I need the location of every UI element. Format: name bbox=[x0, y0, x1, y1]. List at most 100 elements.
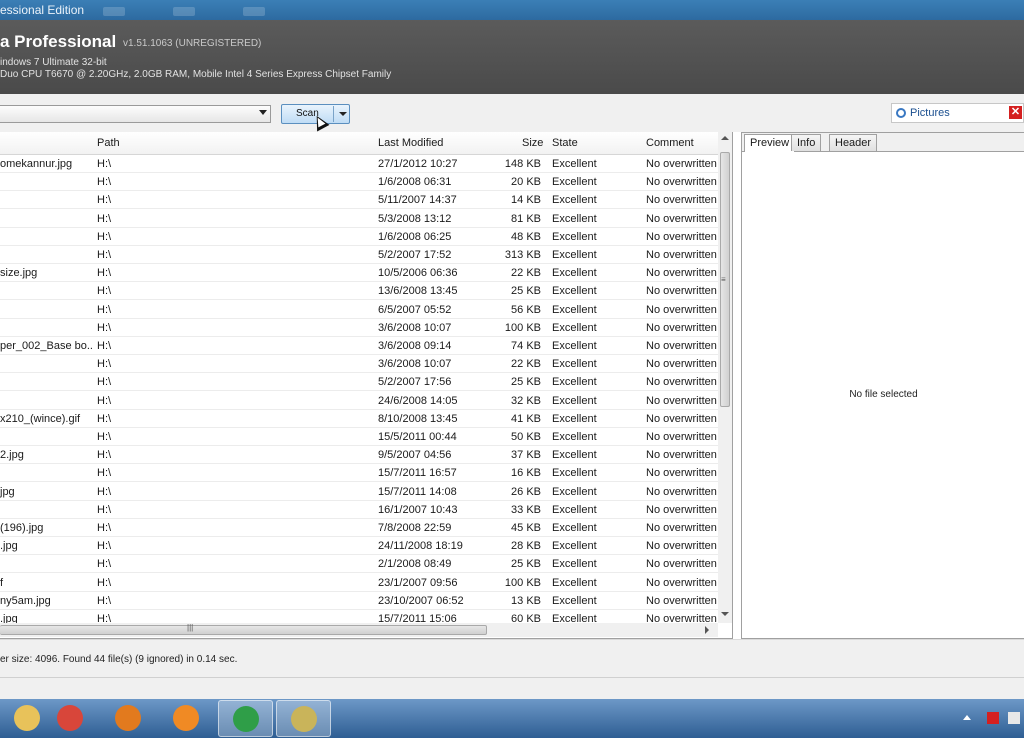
chevron-down-icon bbox=[259, 110, 267, 115]
path-cell: H:\ bbox=[97, 412, 112, 425]
tab-info[interactable]: Info bbox=[791, 134, 822, 151]
table-row[interactable]: size.jpg H:\ 10/5/2006 06:36 22 KB Excellent… bbox=[0, 264, 718, 283]
state-cell: Excellent bbox=[552, 394, 597, 407]
table-row[interactable]: H:\ 16/1/2007 10:43 33 KB Excellent No overw… bbox=[0, 501, 718, 519]
table-row[interactable]: H:\ 5/11/2007 14:37 14 KB Excellent No overw… bbox=[0, 191, 718, 210]
table-row[interactable]: H:\ 13/6/2008 13:45 25 KB Excellent No overw… bbox=[0, 282, 718, 301]
taskbar-ghost-icon bbox=[173, 7, 195, 16]
table-row[interactable]: H:\ 1/6/2008 06:25 48 KB Excellent No overwr… bbox=[0, 228, 718, 246]
horizontal-scrollbar[interactable]: ||| bbox=[0, 623, 718, 637]
comment-cell: No overwritten bbox=[646, 540, 717, 553]
table-header: Path Last Modified Size State Comment bbox=[0, 132, 718, 155]
size-cell: 48 KB bbox=[511, 230, 541, 243]
scroll-right-icon[interactable] bbox=[705, 626, 709, 634]
column-header-state[interactable]: State bbox=[552, 137, 578, 149]
close-icon[interactable]: ✕ bbox=[1009, 106, 1022, 119]
table-row[interactable]: H:\ 5/2/2007 17:52 313 KB Excellent No overw… bbox=[0, 246, 718, 264]
window-title-bar[interactable]: essional Edition bbox=[0, 0, 1024, 20]
tab-preview[interactable]: Preview bbox=[744, 134, 796, 152]
state-cell: Excellent bbox=[552, 285, 597, 298]
grip-icon: ||| bbox=[187, 623, 194, 632]
table-row[interactable]: H:\ 1/6/2008 06:31 20 KB Excellent No overwr… bbox=[0, 173, 718, 192]
column-header-size[interactable]: Size bbox=[522, 137, 543, 149]
state-cell: Excellent bbox=[552, 358, 597, 371]
last-modified-cell: 6/5/2007 05:52 bbox=[378, 303, 452, 316]
state-cell: Excellent bbox=[552, 467, 597, 480]
last-modified-cell: 3/6/2008 10:07 bbox=[378, 321, 452, 334]
table-row[interactable]: H:\ 6/5/2007 05:52 56 KB Excellent No overwr… bbox=[0, 301, 718, 319]
last-modified-cell: 24/6/2008 14:05 bbox=[378, 394, 458, 407]
taskbar-button[interactable] bbox=[276, 700, 331, 737]
file-name-cell: (196).jpg bbox=[0, 522, 44, 534]
table-row[interactable]: H:\ 15/5/2011 00:44 50 KB Excellent No overw… bbox=[0, 428, 718, 446]
table-row[interactable]: ny5am.jpg H:\ 23/10/2007 06:52 13 KB Excelle… bbox=[0, 592, 718, 610]
volume-icon[interactable] bbox=[1008, 712, 1020, 724]
scroll-down-icon[interactable] bbox=[721, 612, 729, 616]
comment-cell: No overwritten bbox=[646, 158, 717, 170]
show-hidden-icons-icon[interactable] bbox=[963, 715, 971, 720]
size-cell: 22 KB bbox=[511, 267, 541, 280]
column-header-last-modified[interactable]: Last Modified bbox=[378, 137, 443, 149]
comment-cell: No overwritten bbox=[646, 340, 717, 352]
table-row[interactable]: f H:\ 23/1/2007 09:56 100 KB Excellent No ove… bbox=[0, 574, 718, 592]
scan-options-dropdown-icon[interactable] bbox=[339, 112, 347, 116]
scan-button-divider bbox=[333, 106, 334, 122]
last-modified-cell: 15/5/2011 00:44 bbox=[378, 431, 457, 443]
scrollbar-thumb[interactable] bbox=[0, 625, 487, 635]
state-cell: Excellent bbox=[552, 613, 597, 623]
file-name-cell: omekannur.jpg bbox=[0, 158, 73, 170]
table-row[interactable]: H:\ 5/2/2007 17:56 25 KB Excellent No overwr… bbox=[0, 373, 718, 392]
table-row[interactable]: H:\ 2/1/2008 08:49 25 KB Excellent No overwr… bbox=[0, 555, 718, 574]
file-type-filter-value: Pictures bbox=[910, 107, 950, 119]
table-row[interactable]: H:\ 5/3/2008 13:12 81 KB Excellent No overwr… bbox=[0, 210, 718, 228]
size-cell: 56 KB bbox=[511, 303, 541, 316]
system-info-os: indows 7 Ultimate 32-bit bbox=[0, 57, 107, 68]
path-cell: H:\ bbox=[97, 431, 112, 443]
comment-cell: No overwritten bbox=[646, 558, 717, 571]
column-header-comment[interactable]: Comment bbox=[646, 137, 694, 149]
tab-header[interactable]: Header bbox=[829, 134, 878, 151]
results-table: Path Last Modified Size State Comment om… bbox=[0, 132, 733, 639]
taskbar-button[interactable] bbox=[159, 700, 214, 737]
table-row[interactable]: jpg H:\ 15/7/2011 14:08 26 KB Excellent No ov… bbox=[0, 483, 718, 501]
vertical-scrollbar[interactable]: ≡ bbox=[718, 132, 732, 623]
table-row[interactable]: H:\ 15/7/2011 16:57 16 KB Excellent No overw… bbox=[0, 464, 718, 483]
last-modified-cell: 1/6/2008 06:31 bbox=[378, 176, 452, 189]
table-row[interactable]: .jpg H:\ 15/7/2011 15:06 60 KB Excellent No o… bbox=[0, 610, 718, 623]
taskbar-ghost-icon bbox=[103, 7, 125, 16]
table-row[interactable]: per_002_Base bo... H:\ 3/6/2008 09:14 74 KB… bbox=[0, 337, 718, 355]
status-text: er size: 4096. Found 44 file(s) (9 ignor… bbox=[0, 654, 238, 665]
last-modified-cell: 23/1/2007 09:56 bbox=[378, 576, 458, 589]
taskbar-button[interactable] bbox=[101, 700, 156, 737]
network-warning-icon[interactable] bbox=[987, 712, 999, 724]
table-row[interactable]: 2.jpg H:\ 9/5/2007 04:56 37 KB Excellent No o… bbox=[0, 446, 718, 465]
taskbar-button[interactable] bbox=[43, 700, 98, 737]
taskbar-button[interactable] bbox=[218, 700, 273, 737]
path-cell: H:\ bbox=[97, 303, 112, 316]
file-type-filter[interactable]: Pictures ✕ bbox=[891, 103, 1024, 123]
size-cell: 74 KB bbox=[511, 340, 541, 352]
column-header-path[interactable]: Path bbox=[97, 137, 120, 149]
table-row[interactable]: x210_(wince).gif H:\ 8/10/2008 13:45 41 KB E… bbox=[0, 410, 718, 428]
table-row[interactable]: H:\ 3/6/2008 10:07 100 KB Excellent No overw… bbox=[0, 319, 718, 337]
table-row[interactable]: H:\ 3/6/2008 10:07 22 KB Excellent No overwr… bbox=[0, 355, 718, 374]
grip-icon: ≡ bbox=[721, 275, 726, 284]
comment-cell: No overwritten bbox=[646, 376, 717, 389]
preview-pane: Preview Info Header No file selected bbox=[741, 132, 1024, 639]
table-row[interactable]: H:\ 24/6/2008 14:05 32 KB Excellent No overw… bbox=[0, 392, 718, 410]
table-row[interactable]: .jpg H:\ 24/11/2008 18:19 28 KB Excellent No … bbox=[0, 537, 718, 556]
state-cell: Excellent bbox=[552, 176, 597, 189]
comment-cell: No overwritten bbox=[646, 303, 717, 316]
last-modified-cell: 24/11/2008 18:19 bbox=[378, 540, 463, 553]
size-cell: 25 KB bbox=[511, 376, 541, 389]
last-modified-cell: 2/1/2008 08:49 bbox=[378, 558, 452, 571]
scroll-up-icon[interactable] bbox=[721, 136, 729, 140]
drive-select[interactable] bbox=[0, 105, 271, 123]
table-body: omekannur.jpg H:\ 27/1/2012 10:27 148 KB Exc… bbox=[0, 155, 718, 623]
table-row[interactable]: omekannur.jpg H:\ 27/1/2012 10:27 148 KB Exc… bbox=[0, 155, 718, 173]
path-cell: H:\ bbox=[97, 376, 112, 389]
last-modified-cell: 1/6/2008 06:25 bbox=[378, 230, 452, 243]
path-cell: H:\ bbox=[97, 358, 112, 371]
status-divider bbox=[0, 677, 1024, 678]
table-row[interactable]: (196).jpg H:\ 7/8/2008 22:59 45 KB Excellent… bbox=[0, 519, 718, 537]
